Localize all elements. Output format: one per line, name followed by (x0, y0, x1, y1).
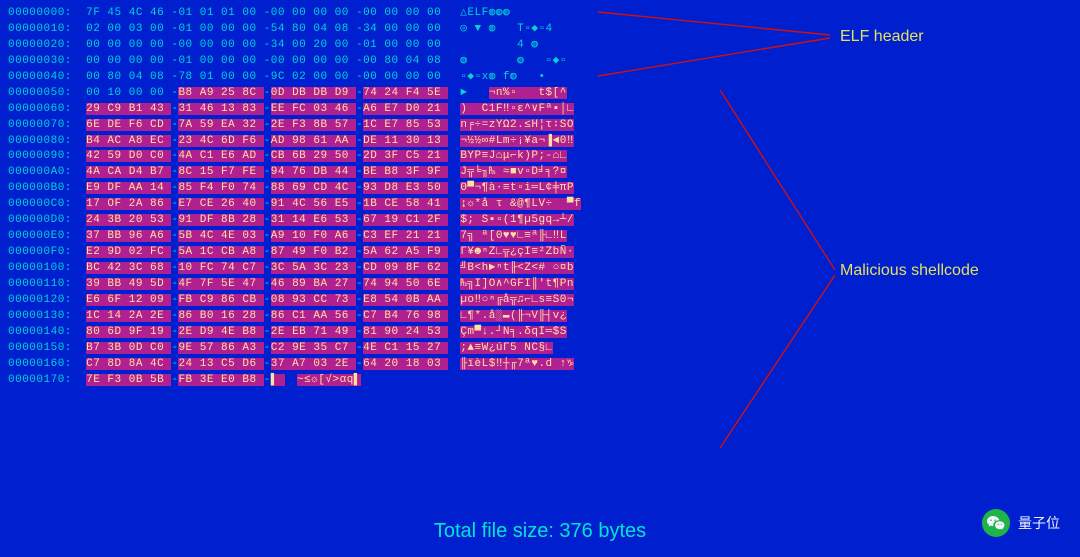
ascii-dump: ~≤☼[√>αq▌ (297, 373, 361, 389)
hex-bytes: BC 42 3C 68 -10 FC 74 C7 -3C 5A 3C 23 -C… (86, 262, 448, 274)
ascii-dump: ◍ ◍ ▫◆▫ (460, 54, 567, 70)
hex-bytes: 6E DE F6 CD -7A 59 EA 32 -2E F3 8B 57 -1… (86, 119, 448, 131)
hex-row: 00000000: 7F 45 4C 46 -01 01 01 00 -00 0… (8, 6, 1072, 22)
hex-row: 00000130: 1C 14 2A 2E -86 B0 16 28 -86 C… (8, 309, 1072, 325)
ascii-dump: 4 ◍ (460, 38, 538, 54)
hex-row: 00000070: 6E DE F6 CD -7A 59 EA 32 -2E F… (8, 118, 1072, 134)
offset: 000000C0: (8, 198, 86, 210)
hex-row: 00000050: 00 10 00 00 -B8 A9 25 8C -0D D… (8, 86, 1072, 102)
watermark: 量子位 (982, 509, 1060, 537)
offset: 00000020: (8, 39, 86, 51)
offset: 00000050: (8, 87, 86, 99)
hex-row: 000000D0: 24 3B 20 53 -91 DF 8B 28 -31 1… (8, 213, 1072, 229)
hex-row: 000000F0: E2 9D 02 FC -5A 1C CB A8 -87 4… (8, 245, 1072, 261)
offset: 00000090: (8, 150, 86, 162)
hex-bytes: 02 00 03 00 -01 00 00 00 -54 80 04 08 -3… (86, 23, 448, 35)
offset: 000000E0: (8, 230, 86, 242)
offset: 00000080: (8, 135, 86, 147)
hex-bytes: 29 C9 B1 43 -31 46 13 83 -EE FC 03 46 -A… (86, 103, 448, 115)
offset: 00000140: (8, 326, 86, 338)
hex-bytes: B4 AC A8 EC -23 4C 6D F6 -AD 98 61 AA -D… (86, 135, 448, 147)
hex-bytes: 24 3B 20 53 -91 DF 8B 28 -31 14 E6 53 -6… (86, 214, 448, 226)
ascii-dump: ∟¶*.å░▬(╟¬V╟┤v¿ (460, 309, 567, 325)
ascii-dump: ) C1F‼▫ε^∨Fª▪│∟ (460, 102, 574, 118)
ascii-dump: BYP≡J⌂μ⌐k)P;-⌂∟ (460, 149, 567, 165)
hex-bytes: 80 6D 9F 19 -2E D9 4E B8 -2E EB 71 49 -8… (86, 326, 448, 338)
hex-bytes: 00 10 00 00 -B8 A9 25 8C -0D DB DB D9 -7… (86, 87, 448, 99)
offset: 000000B0: (8, 182, 86, 194)
elf-header-label: ELF header (840, 28, 924, 46)
hex-row: 00000090: 42 59 D0 C0 -4A C1 E6 AD -CB 6… (8, 149, 1072, 165)
footer-total-size: Total file size: 376 bytes (0, 520, 1080, 543)
offset: 00000150: (8, 342, 86, 354)
ascii-dump: ↨☼*å τ &@¶LV÷ ▀f (460, 197, 581, 213)
hex-bytes: 17 OF 2A 86 -E7 CE 26 40 -91 4C 56 E5 -1… (86, 198, 448, 210)
offset: 00000130: (8, 310, 86, 322)
hex-bytes: 42 59 D0 C0 -4A C1 E6 AD -CB 6B 29 50 -2… (86, 150, 448, 162)
offset: 000000F0: (8, 246, 86, 258)
ascii-dump: ╟ïèL$‼┼╓7ª♥.d ↑♑ (460, 357, 574, 373)
offset: 00000110: (8, 278, 86, 290)
hex-bytes: C7 8D 8A 4C -24 13 C5 D6 -37 A7 03 2E -6… (86, 358, 448, 370)
hex-bytes: E2 9D 02 FC -5A 1C CB A8 -87 49 F0 B2 -5… (86, 246, 448, 258)
ascii-dump: ► ¬n%▫ t$[^ (460, 86, 567, 102)
hex-bytes: 00 00 00 00 -01 00 00 00 -00 00 00 00 -0… (86, 55, 448, 67)
hex-bytes: 1C 14 2A 2E -86 B0 16 28 -86 C1 AA 56 -C… (86, 310, 448, 322)
ascii-dump: µo‼○ⁿ╔å╦♫⌐∟s≡S0¬ (460, 293, 574, 309)
hex-row: 00000080: B4 AC A8 EC -23 4C 6D F6 -AD 9… (8, 134, 1072, 150)
hex-row: 00000060: 29 C9 B1 43 -31 46 13 83 -EE F… (8, 102, 1072, 118)
ascii-dump: Θ▀¬¶à·≡t▫i═L¢╪πP (460, 181, 574, 197)
ascii-dump: n╒÷=zYΩ2.≤H¦τ∶SO (460, 118, 574, 134)
hex-row: 000000C0: 17 OF 2A 86 -E7 CE 26 40 -91 4… (8, 197, 1072, 213)
ascii-dump: 7╗ ª[0♥♥∟≡ª╟∟‼L (460, 229, 567, 245)
watermark-text: 量子位 (1018, 513, 1060, 533)
offset: 000000D0: (8, 214, 86, 226)
hex-row: 00000120: E6 6F 12 09 -FB C9 86 CB -08 9… (8, 293, 1072, 309)
hex-row: 00000030: 00 00 00 00 -01 00 00 00 -00 0… (8, 54, 1072, 70)
ascii-dump: ¬½½∞#Lm÷¡¥a¬▐◄0‼ (460, 134, 574, 150)
hex-row: 00000160: C7 8D 8A 4C -24 13 C5 D6 -37 A… (8, 357, 1072, 373)
ascii-dump: ╝B<h►ⁿt╟<Z<# ○¤b (460, 261, 574, 277)
hex-row: 00000040: 00 80 04 08 -78 01 00 00 -9C 0… (8, 70, 1072, 86)
offset: 00000070: (8, 119, 86, 131)
ascii-dump: △ELF◍◍◍ (460, 6, 510, 22)
offset: 00000040: (8, 71, 86, 83)
offset: 00000170: (8, 374, 86, 386)
hex-bytes: 37 BB 96 A6 -5B 4C 4E 03 -A9 10 F0 A6 -C… (86, 230, 448, 242)
hex-bytes: B7 3B 0D C0 -9E 57 86 A3 -C2 9E 35 C7 -4… (86, 342, 448, 354)
hex-row: 00000150: B7 3B 0D C0 -9E 57 86 A3 -C2 9… (8, 341, 1072, 357)
ascii-dump: Çm▀↓.┘N╕.δqI═$S (460, 325, 567, 341)
hex-bytes: E9 DF AA 14 -85 F4 F0 74 -88 69 CD 4C -9… (86, 182, 448, 194)
offset: 00000010: (8, 23, 86, 35)
offset: 00000000: (8, 7, 86, 19)
ascii-dump: Γ¥☻ⁿZ∟╦¿çI≡²ZbÑ· (460, 245, 574, 261)
ascii-dump: ◎ ▼ ◍ T▫◆▫4 (460, 22, 552, 38)
hex-row: 000000A0: 4A CA D4 B7 -8C 15 F7 FE -94 7… (8, 165, 1072, 181)
hex-bytes: 00 00 00 00 -00 00 00 00 -34 00 20 00 -0… (86, 39, 448, 51)
offset: 000000A0: (8, 166, 86, 178)
ascii-dump: ₧╗I]O∧^GFI║'t¶Pn (460, 277, 574, 293)
ascii-dump: J╦╘╖₧ ≈■v▫D╛╕?¤ (460, 165, 567, 181)
shellcode-label: Malicious shellcode (840, 262, 979, 280)
offset: 00000060: (8, 103, 86, 115)
hex-row: 00000140: 80 6D 9F 19 -2E D9 4E B8 -2E E… (8, 325, 1072, 341)
ascii-dump: ;▲≡W¿úΓ5 NC§∟ (460, 341, 552, 357)
offset: 00000030: (8, 55, 86, 67)
ascii-dump: $; S▪▫(1¶µ5gq→┴/ (460, 213, 574, 229)
hex-bytes: 39 BB 49 5D -4F 7F 5E 47 -46 89 BA 27 -7… (86, 278, 448, 290)
offset: 00000100: (8, 262, 86, 274)
hex-bytes: 7F 45 4C 46 -01 01 01 00 -00 00 00 00 -0… (86, 7, 448, 19)
hex-bytes: E6 6F 12 09 -FB C9 86 CB -08 93 CC 73 -E… (86, 294, 448, 306)
hex-row: 000000B0: E9 DF AA 14 -85 F4 F0 74 -88 6… (8, 181, 1072, 197)
hex-bytes: 4A CA D4 B7 -8C 15 F7 FE -94 76 DB 44 -B… (86, 166, 448, 178)
offset: 00000120: (8, 294, 86, 306)
ascii-dump: ▫◆▫x◍ f◍ • (460, 70, 545, 86)
hex-row: 00000170: 7E F3 0B 5B -FB 3E E0 B8 -▌ ~≤… (8, 373, 1072, 389)
offset: 00000160: (8, 358, 86, 370)
hex-row: 000000E0: 37 BB 96 A6 -5B 4C 4E 03 -A9 1… (8, 229, 1072, 245)
wechat-icon (982, 509, 1010, 537)
hex-dump-view: 00000000: 7F 45 4C 46 -01 01 01 00 -00 0… (0, 0, 1080, 395)
hex-bytes: 7E F3 0B 5B -FB 3E E0 B8 -▌ (86, 374, 285, 386)
hex-bytes: 00 80 04 08 -78 01 00 00 -9C 02 00 00 -0… (86, 71, 448, 83)
